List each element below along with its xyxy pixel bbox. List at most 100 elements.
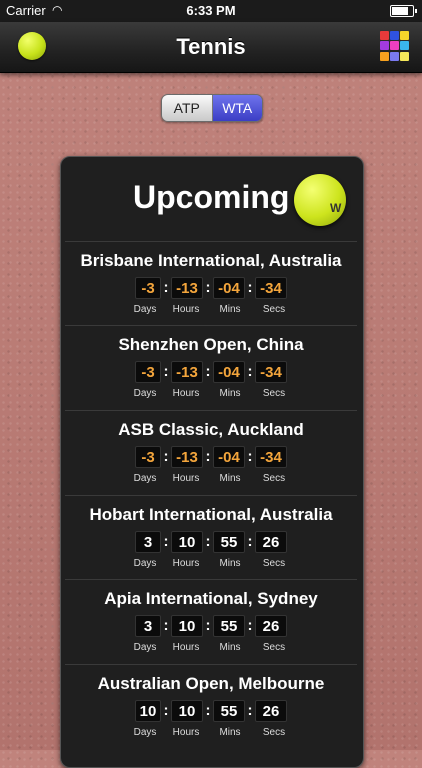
mins-label: Mins (219, 558, 241, 569)
countdown-days: -3 (135, 446, 161, 468)
color-grid-icon[interactable] (380, 31, 410, 61)
hours-label: Hours (172, 558, 200, 569)
event-row[interactable]: Hobart International, Australia 3:10:55:2… (65, 495, 357, 580)
secs-label: Secs (262, 727, 286, 738)
colon-separator: : (247, 702, 253, 719)
colon-separator: : (163, 617, 169, 634)
grid-cell (400, 41, 409, 51)
hours-label: Hours (172, 304, 200, 315)
event-name: ASB Classic, Auckland (118, 420, 304, 439)
tour-segmented-control[interactable]: ATP WTA (161, 94, 263, 122)
colon-separator: : (205, 617, 211, 634)
colon-separator: : (163, 279, 169, 296)
event-row[interactable]: ASB Classic, Auckland -3: -13: -04: -34 Days H… (65, 410, 357, 495)
segment-wta[interactable]: WTA (212, 95, 262, 121)
countdown-labels: Days Hours Mins Secs (65, 388, 357, 399)
countdown-hours: 10 (171, 615, 203, 637)
navigation-bar: Tennis (0, 22, 422, 73)
battery-icon (390, 5, 417, 17)
colon-separator: : (205, 279, 211, 296)
secs-label: Secs (262, 473, 286, 484)
days-label: Days (133, 388, 157, 399)
grid-cell (390, 31, 399, 40)
colon-separator: : (163, 363, 169, 380)
countdown-mins: 55 (213, 615, 245, 637)
event-name: Apia International, Sydney (104, 589, 318, 608)
countdown-labels: Days Hours Mins Secs (65, 473, 357, 484)
mins-label: Mins (219, 473, 241, 484)
colon-separator: : (163, 702, 169, 719)
countdown-days: 3 (135, 615, 161, 637)
event-name: Brisbane International, Australia (80, 251, 342, 270)
countdown-secs: -34 (255, 361, 287, 383)
countdown-secs: -34 (255, 446, 287, 468)
countdown-secs: 26 (255, 615, 287, 637)
colon-separator: : (163, 533, 169, 550)
countdown: -3: -13: -04: -34 (65, 446, 357, 468)
secs-label: Secs (262, 304, 286, 315)
event-name: Hobart International, Australia (89, 505, 333, 524)
hours-label: Hours (172, 642, 200, 653)
countdown-days: 10 (135, 700, 161, 722)
countdown-mins: -04 (213, 361, 245, 383)
countdown-hours: 10 (171, 700, 203, 722)
colon-separator: : (247, 533, 253, 550)
secs-label: Secs (262, 558, 286, 569)
countdown-secs: 26 (255, 700, 287, 722)
countdown-mins: -04 (213, 277, 245, 299)
colon-separator: : (205, 363, 211, 380)
colon-separator: : (163, 448, 169, 465)
hours-label: Hours (172, 727, 200, 738)
countdown-labels: Days Hours Mins Secs (65, 558, 357, 569)
event-row[interactable]: Brisbane International, Australia -3: -13:… (65, 241, 357, 326)
countdown-labels: Days Hours Mins Secs (65, 304, 357, 315)
countdown-mins: 55 (213, 531, 245, 553)
days-label: Days (133, 642, 157, 653)
colon-separator: : (247, 617, 253, 634)
segment-atp[interactable]: ATP (162, 95, 213, 121)
mins-label: Mins (219, 642, 241, 653)
countdown-hours: -13 (171, 361, 203, 383)
card-heading: Upcoming (133, 179, 290, 215)
countdown: 3:10:55:26 (65, 615, 357, 637)
days-label: Days (133, 727, 157, 738)
colon-separator: : (205, 448, 211, 465)
countdown-labels: Days Hours Mins Secs (65, 642, 357, 653)
countdown-days: 3 (135, 531, 161, 553)
grid-cell (400, 31, 409, 40)
days-label: Days (133, 473, 157, 484)
grid-cell (380, 51, 389, 61)
mins-label: Mins (219, 388, 241, 399)
event-name: Shenzhen Open, China (118, 335, 304, 354)
event-row[interactable]: Apia International, Sydney 3:10:55:26 Days… (65, 579, 357, 664)
countdown: 3:10:55:26 (65, 531, 357, 553)
event-row[interactable]: Australian Open, Melbourne 10:10:55:26 Day… (65, 664, 357, 749)
countdown-hours: -13 (171, 446, 203, 468)
hours-label: Hours (172, 388, 200, 399)
grid-cell (390, 51, 399, 61)
grid-cell (380, 41, 389, 51)
secs-label: Secs (262, 388, 286, 399)
countdown-hours: 10 (171, 531, 203, 553)
countdown-secs: -34 (255, 277, 287, 299)
colon-separator: : (247, 279, 253, 296)
mins-label: Mins (219, 727, 241, 738)
tennis-ball-icon: W (294, 174, 346, 226)
grid-cell (390, 41, 399, 51)
status-bar: Carrier ◠ 6:33 PM (0, 0, 422, 22)
countdown-mins: -04 (213, 446, 245, 468)
card-header: Upcoming W (61, 157, 363, 239)
countdown-days: -3 (135, 277, 161, 299)
colon-separator: : (247, 448, 253, 465)
grid-cell (400, 51, 409, 61)
colon-separator: : (205, 533, 211, 550)
clock: 6:33 PM (186, 3, 236, 18)
countdown: -3: -13: -04: -34 (65, 361, 357, 383)
upcoming-card: Upcoming W Brisbane International, Austr… (60, 156, 364, 768)
event-row[interactable]: Shenzhen Open, China -3: -13: -04: -34 Days Ho… (65, 325, 357, 410)
ball-logo: W (330, 201, 342, 215)
colon-separator: : (247, 363, 253, 380)
grid-cell (380, 31, 389, 40)
countdown-mins: 55 (213, 700, 245, 722)
countdown-days: -3 (135, 361, 161, 383)
